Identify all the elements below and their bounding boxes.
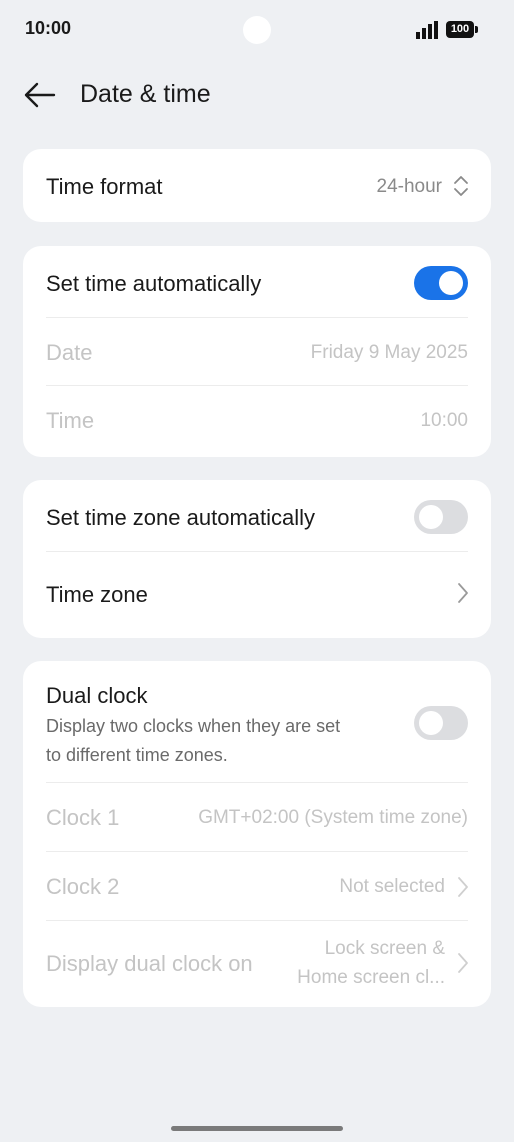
dual-clock-card: Dual clock Display two clocks when they … — [23, 661, 491, 1007]
time-zone-card: Set time zone automatically Time zone — [23, 480, 491, 638]
battery-icon: 100 — [446, 21, 478, 38]
display-dual-value-line2: Home screen cl... — [297, 967, 445, 988]
status-bar: 10:00 100 — [0, 0, 514, 60]
auto-time-toggle[interactable] — [414, 266, 468, 300]
date-label: Date — [46, 340, 93, 365]
divider — [46, 385, 468, 386]
clock2-value: Not selected — [339, 876, 445, 897]
app-header: Date & time — [0, 64, 514, 126]
back-arrow-icon[interactable] — [22, 78, 58, 112]
time-value: 10:00 — [420, 410, 468, 431]
auto-zone-toggle[interactable] — [414, 500, 468, 534]
toggle-knob — [439, 271, 463, 295]
divider — [46, 920, 468, 921]
time-zone-label: Time zone — [46, 582, 148, 607]
divider — [46, 317, 468, 318]
chevron-right-icon — [458, 953, 468, 973]
page-title: Date & time — [80, 80, 211, 108]
chevron-right-icon — [458, 583, 468, 603]
time-format-label: Time format — [46, 174, 163, 199]
status-time: 10:00 — [25, 18, 72, 38]
signal-icon — [416, 21, 438, 39]
clock1-value: GMT+02:00 (System time zone) — [198, 807, 468, 828]
up-down-chevron-icon — [454, 176, 468, 196]
auto-time-card: Set time automatically Date Friday 9 May… — [23, 246, 491, 457]
time-format-card[interactable]: Time format 24-hour — [23, 149, 491, 222]
time-label: Time — [46, 408, 95, 433]
clock2-label: Clock 2 — [46, 874, 120, 899]
auto-time-label: Set time automatically — [46, 271, 262, 296]
display-dual-value-line1: Lock screen & — [324, 938, 445, 959]
chevron-right-icon — [458, 877, 468, 897]
time-zone-row[interactable]: Time zone — [23, 552, 491, 638]
display-dual-label: Display dual clock on — [46, 951, 253, 976]
front-camera — [243, 16, 271, 44]
dual-clock-description-line1: Display two clocks when they are set — [46, 716, 341, 736]
date-value: Friday 9 May 2025 — [310, 342, 468, 363]
home-indicator[interactable] — [171, 1126, 343, 1131]
divider — [46, 782, 468, 783]
dual-clock-label: Dual clock — [46, 683, 148, 708]
dual-clock-description-line2: to different time zones. — [46, 745, 228, 765]
clock1-label: Clock 1 — [46, 805, 120, 830]
divider — [46, 851, 468, 852]
auto-zone-label: Set time zone automatically — [46, 505, 316, 530]
toggle-knob — [419, 711, 443, 735]
dual-clock-toggle[interactable] — [414, 706, 468, 740]
time-format-value: 24-hour — [376, 176, 443, 197]
toggle-knob — [419, 505, 443, 529]
